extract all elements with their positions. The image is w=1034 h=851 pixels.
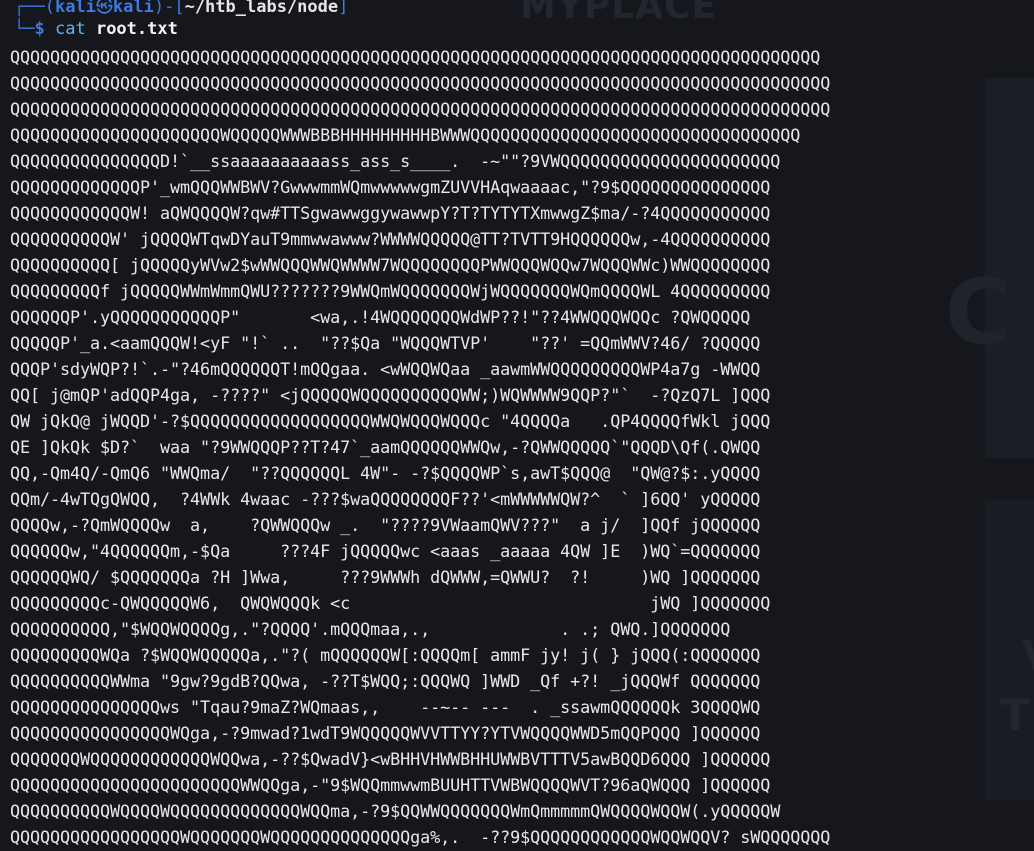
- output-line: QQQQQQQQQQQQW! aQWQQQQW?qw#TTSgwawwggywa…: [10, 203, 771, 223]
- output-line: QQQQQQQQQQWQQQQWQQQQQQQQQQQQQWQQma,-?9$Q…: [10, 801, 781, 821]
- prompt-cwd: ~/htb_labs/node: [184, 0, 339, 17]
- prompt-mid-bracket: )-[: [153, 0, 185, 17]
- output-line: QQ[ j@mQP'adQQP4ga, -????" <jQQQQQWQQQQQ…: [10, 385, 771, 405]
- command-line: └─$ cat root.txt: [14, 17, 178, 41]
- output-line: QQQQQQQQQQQQQQQQQQQQQQQQQQQQQQQQQQQQQQQQ…: [10, 99, 831, 119]
- prompt-header: ┌──(kali㉿kali)-[~/htb_labs/node]: [14, 0, 349, 17]
- wallpaper-fragment: TP: [1000, 690, 1034, 741]
- output-line: QQQQQP'_a.<aamQQQW!<yF "!` .. "??$Qa "WQ…: [10, 333, 761, 353]
- output-line: QQQQQQQQQWQa ?$WQQWQQQQQa,."?( mQQQQQQW[…: [10, 645, 761, 665]
- output-line: QQQQQQQQQQWWma "9gw?9gdB?QQwa, -??T$WQQ;…: [10, 671, 761, 691]
- output-line: QQ,-Qm4Q/-QmQ6 "WWQma/ "??QQQQQQL 4W"- -…: [10, 463, 761, 483]
- output-line: QQQQQQQQQQ,"$WQQWQQQQg,."?QQQQ'.mQQQmaa,…: [10, 619, 731, 639]
- terminal-window[interactable]: MYPLACE C V TP ┌──(kali㉿kali)-[~/htb_lab…: [0, 0, 1034, 851]
- output-line: QE ]QkQk $D?` waa "?9WWQQQP??T?47`_aamQQ…: [10, 437, 761, 457]
- command-name: cat: [54, 19, 86, 39]
- output-line: QQQP'sdyWQP?!`.-"?46mQQQQQQT!mQQgaa. <wW…: [10, 359, 761, 379]
- wallpaper-fragment: V: [1022, 632, 1034, 683]
- command-argument: root.txt: [95, 19, 178, 39]
- wallpaper-fragment: C: [945, 260, 1012, 365]
- output-line: QQm/-4wTQgQWQQ, ?4WWk 4waac -???$waQQQQQ…: [10, 489, 761, 509]
- output-line: QQQQw,-?QmWQQQQw a, ?QWWQQQw _. "????9VW…: [10, 515, 761, 535]
- output-line: QQQQQQQQQQQQQP'_wmQQQWWBWV?GwwwmmWQmwwww…: [10, 177, 771, 197]
- output-line: QQQQQQQWQQQQQQQQQQQQWQQwa,-??$QwadV}<wBH…: [10, 749, 771, 769]
- prompt-host: kali: [112, 0, 154, 17]
- prompt-user: kali: [54, 0, 96, 17]
- output-line: QQQQQQQQQQQQQQQD!`__ssaaaaaaaaaass_ass_s…: [10, 151, 781, 171]
- output-line: QQQQQQP'.yQQQQQQQQQQQP" <wa,.!4WQQQQQQQW…: [10, 307, 751, 327]
- output-line: QQQQQQQQQQQQQQQQQQQQQWQQQQQWWWBBBHHHHHHH…: [10, 125, 801, 145]
- output-line: QQQQQQw,"4QQQQQQm,-$Qa ???4F jQQQQQwc <a…: [10, 541, 761, 561]
- prompt-at-symbol: ㉿: [95, 0, 113, 17]
- prompt-dollar: $: [34, 19, 45, 39]
- output-line: QQQQQQQQQQ[ jQQQQQyWVw2$wWWQQQWWQWWWW7WQ…: [10, 255, 771, 275]
- output-line: QQQQQQQQQQQQQQQQQQQQQQQQQQQQQQQQQQQQQQQQ…: [10, 47, 821, 67]
- output-line: QQQQQQQQQQQQQQQws "Tqau?9maZ?WQmaas,, --…: [10, 697, 761, 717]
- prompt-corner: └─: [14, 19, 35, 39]
- output-line: QQQQQQQQQQQQQQQQQQQQQQQWWQQga,-"9$WQQmmw…: [10, 775, 771, 795]
- output-line: QQQQQQQQQQQQQQQQQQQQQQQQQQQQQQQQQQQQQQQQ…: [10, 73, 831, 93]
- prompt-open-bracket: ┌──(: [14, 0, 55, 17]
- output-line: QQQQQQQQQQQQQQQQQWQQQQQQQWQQQQQQQQQQQQQQ…: [10, 827, 831, 847]
- prompt-close-bracket: ]: [338, 0, 349, 17]
- wallpaper-panel: [985, 78, 1034, 458]
- output-line: QW jQkQ@ jWQQD'-?$QQQQQQQQQQQQQQQQQQWWQW…: [10, 411, 771, 431]
- terminal-output[interactable]: QQQQQQQQQQQQQQQQQQQQQQQQQQQQQQQQQQQQQQQQ…: [10, 44, 830, 850]
- output-line: QQQQQQWQ/ $QQQQQQQa ?H ]Wwa, ???9WWWh dQ…: [10, 567, 761, 587]
- output-line: QQQQQQQQQf jQQQQQWWmWmmQWU???????9WWQmWQ…: [10, 281, 771, 301]
- output-line: QQQQQQQQQQQQQQQQWQga,-?9mwad?1wdT9WQQQQQ…: [10, 723, 761, 743]
- wallpaper-panel: [985, 500, 1034, 800]
- output-line: QQQQQQQQQQW' jQQQQWTqwDYauT9mmwwawww?WWW…: [10, 229, 771, 249]
- output-line: QQQQQQQQQc-QWQQQQQW6, QWQWQQQk <c jWQ ]Q…: [10, 593, 771, 613]
- wallpaper-brand-text: MYPLACE: [520, 0, 718, 27]
